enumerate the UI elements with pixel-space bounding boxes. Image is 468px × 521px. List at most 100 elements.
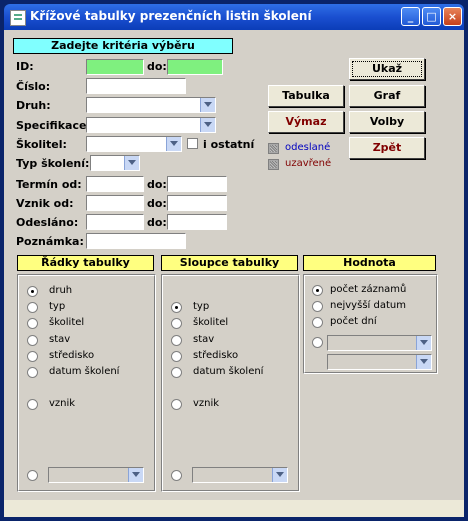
uzavrene-label: uzavřené <box>285 158 332 169</box>
vymaz-button[interactable]: Výmaz <box>268 111 344 133</box>
cislo-label: Číslo: <box>16 80 51 93</box>
id-to-label: do: <box>147 60 167 73</box>
vznik-to-label: do: <box>147 197 167 210</box>
rows-header: Řádky tabulky <box>17 255 154 271</box>
rows-option-druh: druh <box>49 285 73 296</box>
vznik-label: Vznik od: <box>16 197 74 210</box>
value-custom-combo-2[interactable] <box>327 354 432 370</box>
chevron-down-icon[interactable] <box>416 355 431 369</box>
rows-option-skolitel: školitel <box>49 317 85 328</box>
columns-radio-stav[interactable] <box>171 335 182 346</box>
rows-radio-stredisko[interactable] <box>27 351 38 362</box>
skolitel-combo[interactable] <box>86 136 182 152</box>
rows-option-typ: typ <box>49 301 66 312</box>
poznamka-label: Poznámka: <box>16 235 84 248</box>
volby-button[interactable]: Volby <box>349 111 425 133</box>
columns-custom-combo[interactable] <box>192 467 288 483</box>
columns-radio-typ[interactable] <box>171 302 182 313</box>
rows-radio-custom[interactable] <box>27 470 38 481</box>
termin-to-field[interactable] <box>167 176 227 192</box>
minimize-icon[interactable]: _ <box>401 7 420 26</box>
columns-radio-stredisko[interactable] <box>171 351 182 362</box>
odeslano-to-label: do: <box>147 216 167 229</box>
druh-label: Druh: <box>16 99 51 112</box>
odeslane-label: odeslané <box>285 142 331 153</box>
columns-option-stav: stav <box>193 334 215 345</box>
uzavrene-checkbox[interactable] <box>268 159 279 170</box>
chevron-down-icon[interactable] <box>128 468 143 482</box>
rows-radio-typ[interactable] <box>27 302 38 313</box>
value-radio-pocet-zaznamu[interactable] <box>312 285 323 296</box>
columns-option-stredisko: středisko <box>193 350 239 361</box>
columns-radio-vznik[interactable] <box>171 399 182 410</box>
chevron-down-icon[interactable] <box>166 137 181 151</box>
rows-option-datum: datum školení <box>49 366 120 377</box>
value-header: Hodnota <box>303 255 436 271</box>
rows-radio-skolitel[interactable] <box>27 318 38 329</box>
app-icon <box>10 10 26 26</box>
window-title: Křížové tabulky prezenčních listin škole… <box>30 9 312 23</box>
specifikace-combo[interactable] <box>86 117 216 133</box>
odeslano-label: Odesláno: <box>16 216 79 229</box>
odeslane-checkbox[interactable] <box>268 143 279 154</box>
rows-radio-vznik[interactable] <box>27 399 38 410</box>
druh-combo[interactable] <box>86 97 216 113</box>
close-icon[interactable]: × <box>443 7 462 26</box>
i-ostatni-checkbox[interactable] <box>187 138 198 149</box>
application-window: Křížové tabulky prezenčních listin škole… <box>0 0 468 521</box>
poznamka-field[interactable] <box>86 233 186 249</box>
rows-radio-stav[interactable] <box>27 335 38 346</box>
value-radio-nejvyssi-datum[interactable] <box>312 301 323 312</box>
chevron-down-icon[interactable] <box>200 98 215 112</box>
specifikace-label: Specifikace: <box>16 119 91 132</box>
chevron-down-icon[interactable] <box>124 156 139 170</box>
i-ostatni-label: i ostatní <box>203 138 255 151</box>
chevron-down-icon[interactable] <box>200 118 215 132</box>
odeslano-to-field[interactable] <box>167 214 227 230</box>
termin-label: Termín od: <box>16 178 82 191</box>
columns-radio-datum[interactable] <box>171 367 182 378</box>
form-body: Zadejte kritéria výběru ID: do: Číslo: D… <box>4 30 464 517</box>
id-from-field[interactable] <box>86 59 144 75</box>
chevron-down-icon[interactable] <box>272 468 287 482</box>
columns-option-datum: datum školení <box>193 366 264 377</box>
zpet-button[interactable]: Zpět <box>349 137 425 159</box>
skolitel-label: Školitel: <box>16 138 67 151</box>
termin-to-label: do: <box>147 178 167 191</box>
columns-radio-skolitel[interactable] <box>171 318 182 329</box>
columns-radio-custom[interactable] <box>171 470 182 481</box>
graf-button[interactable]: Graf <box>349 85 425 107</box>
typ-skoleni-label: Typ školení: <box>16 157 90 170</box>
tabulka-button[interactable]: Tabulka <box>268 85 344 107</box>
value-option-pocet-zaznamu: počet záznamů <box>330 284 407 295</box>
value-option-pocet-dni: počet dní <box>330 316 377 327</box>
criteria-header: Zadejte kritéria výběru <box>13 38 233 54</box>
rows-option-stav: stav <box>49 334 71 345</box>
odeslano-from-field[interactable] <box>86 214 144 230</box>
rows-radio-druh[interactable] <box>27 286 38 297</box>
vznik-to-field[interactable] <box>167 195 227 211</box>
value-custom-combo-1[interactable] <box>327 335 432 351</box>
rows-radio-datum[interactable] <box>27 367 38 378</box>
id-to-field[interactable] <box>167 59 223 75</box>
value-radio-pocet-dni[interactable] <box>312 317 323 328</box>
columns-option-typ: typ <box>193 301 210 312</box>
vznik-from-field[interactable] <box>86 195 144 211</box>
rows-option-stredisko: středisko <box>49 350 95 361</box>
columns-header: Sloupce tabulky <box>161 255 298 271</box>
typ-skoleni-combo[interactable] <box>90 155 140 171</box>
rows-custom-combo[interactable] <box>48 467 144 483</box>
chevron-down-icon[interactable] <box>416 336 431 350</box>
columns-option-skolitel: školitel <box>193 317 229 328</box>
value-option-nejvyssi-datum: nejvyšší datum <box>330 300 406 311</box>
columns-option-vznik: vznik <box>193 398 220 409</box>
title-bar[interactable]: Křížové tabulky prezenčních listin škole… <box>4 4 464 30</box>
cislo-field[interactable] <box>86 78 186 94</box>
status-bar <box>4 500 464 517</box>
maximize-icon[interactable]: □ <box>422 7 441 26</box>
rows-option-vznik: vznik <box>49 398 76 409</box>
id-label: ID: <box>16 60 34 73</box>
value-radio-custom[interactable] <box>312 337 323 348</box>
termin-from-field[interactable] <box>86 176 144 192</box>
ukaz-button[interactable]: Ukaž <box>349 58 425 80</box>
